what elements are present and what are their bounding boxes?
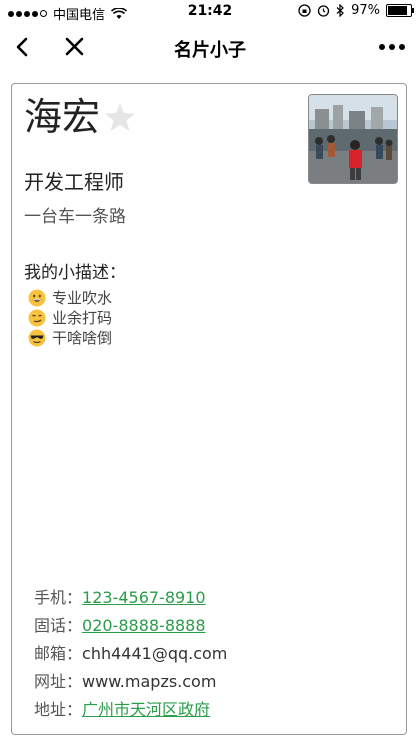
phone-link[interactable]: 123-4567-8910 bbox=[82, 584, 206, 612]
status-bar: 中国电信 21:42 97% bbox=[0, 0, 420, 24]
website-value: www.mapzs.com bbox=[82, 672, 217, 691]
contact-label: 手机： bbox=[34, 588, 83, 607]
description-text: 专业吹水 bbox=[52, 289, 113, 307]
contact-label: 网址： bbox=[34, 672, 83, 691]
landline-link[interactable]: 020-8888-8888 bbox=[82, 612, 206, 640]
navigation-bar: 名片小子 bbox=[0, 24, 420, 70]
contact-email: 邮箱： chh4441@qq.com bbox=[34, 640, 227, 668]
battery-fill bbox=[388, 6, 408, 15]
battery-percent: 97% bbox=[351, 3, 380, 18]
contact-website: 网址： www.mapzs.com bbox=[34, 668, 227, 696]
contact-label: 固话： bbox=[34, 616, 83, 635]
status-right: 97% bbox=[298, 3, 414, 18]
description-title: 我的小描述： bbox=[24, 263, 126, 283]
more-options-icon[interactable] bbox=[374, 32, 410, 62]
smirking-face-icon bbox=[28, 309, 46, 327]
star-icon[interactable] bbox=[104, 101, 136, 133]
close-icon[interactable] bbox=[60, 32, 90, 62]
rotation-lock-icon bbox=[298, 4, 311, 17]
business-card: 海宏 开发工程师 一台车一条路 我的小描述： 专业吹水 业余打码 干啥啥倒 手机… bbox=[11, 83, 407, 735]
avatar-image bbox=[309, 95, 397, 183]
list-item: 干啥啥倒 bbox=[28, 328, 112, 348]
sunglasses-face-icon bbox=[28, 329, 46, 347]
contact-phone: 手机： 123-4567-8910 bbox=[34, 584, 227, 612]
address-link[interactable]: 广州市天河区政府 bbox=[82, 696, 210, 724]
grinning-face-icon bbox=[28, 289, 46, 307]
contact-list: 手机： 123-4567-8910 固话： 020-8888-8888 邮箱： … bbox=[34, 584, 227, 724]
description-list: 专业吹水 业余打码 干啥啥倒 bbox=[28, 288, 112, 348]
bluetooth-icon bbox=[336, 4, 344, 17]
contact-address: 地址： 广州市天河区政府 bbox=[34, 696, 227, 724]
battery-icon bbox=[386, 4, 414, 17]
avatar-photo[interactable] bbox=[308, 94, 398, 184]
description-text: 业余打码 bbox=[52, 309, 113, 327]
back-arrow-icon[interactable] bbox=[8, 32, 38, 62]
list-item: 专业吹水 bbox=[28, 288, 112, 308]
name-row: 海宏 bbox=[24, 98, 136, 136]
description-text: 干啥啥倒 bbox=[52, 329, 113, 347]
slogan: 一台车一条路 bbox=[24, 207, 126, 227]
person-name: 海宏 bbox=[24, 95, 101, 139]
job-title: 开发工程师 bbox=[24, 170, 124, 194]
alarm-icon bbox=[317, 5, 330, 17]
list-item: 业余打码 bbox=[28, 308, 112, 328]
contact-landline: 固话： 020-8888-8888 bbox=[34, 612, 227, 640]
email-value: chh4441@qq.com bbox=[82, 644, 228, 663]
contact-label: 邮箱： bbox=[34, 644, 83, 663]
contact-label: 地址： bbox=[34, 700, 83, 719]
